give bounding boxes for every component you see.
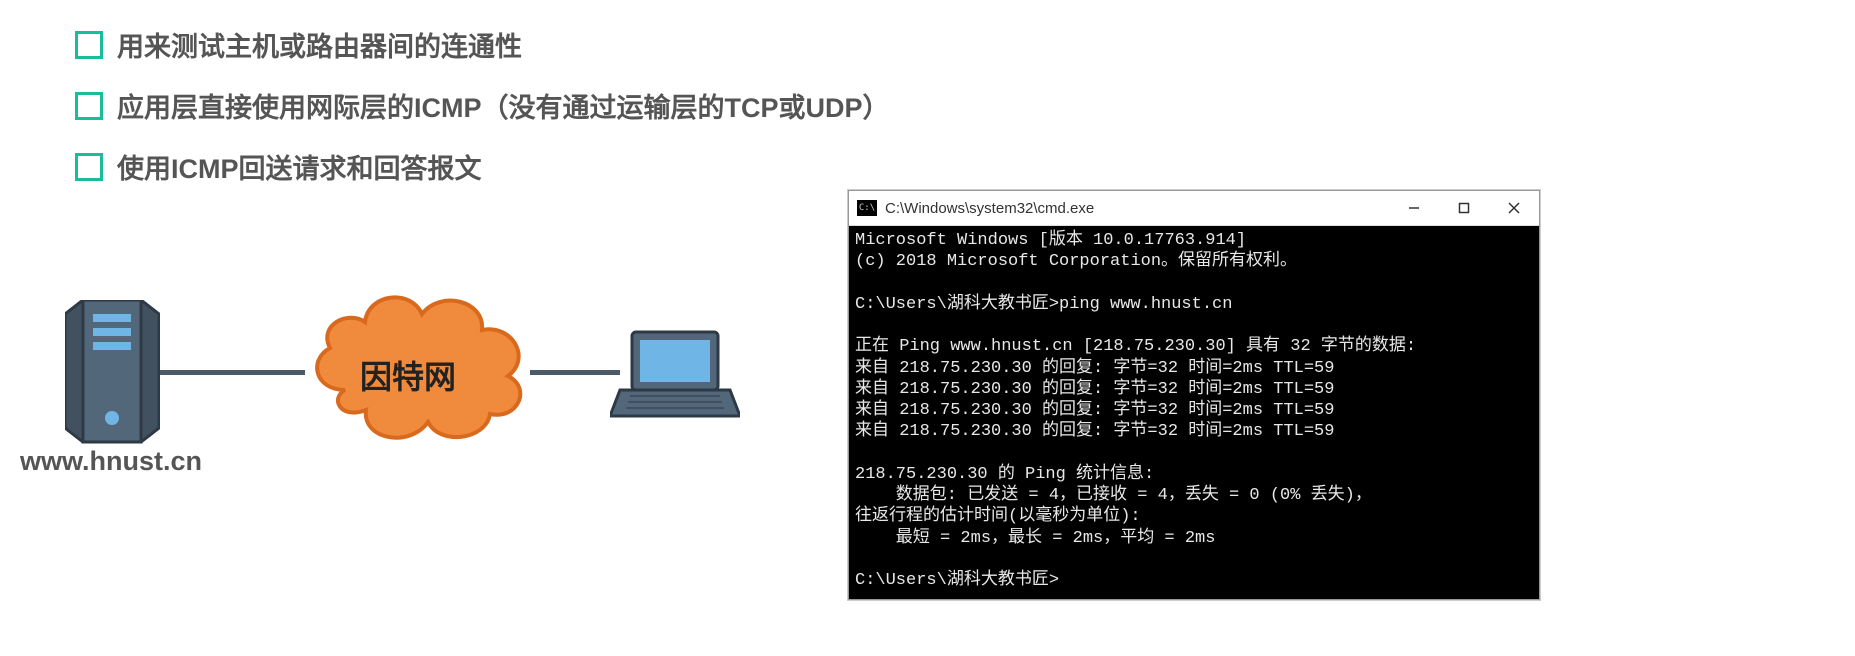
connection-line [530, 370, 620, 375]
bullet-text: 使用ICMP回送请求和回答报文 [117, 147, 482, 186]
network-diagram: www.hnust.cn 因特网 [30, 270, 770, 490]
minimize-button[interactable] [1389, 191, 1439, 225]
cmd-window: C:\ C:\Windows\system32\cmd.exe Microsof… [848, 190, 1540, 600]
checkbox-icon [75, 153, 103, 181]
bullet-list: 用来测试主机或路由器间的连通性 应用层直接使用网际层的ICMP（没有通过运输层的… [75, 25, 890, 208]
checkbox-icon [75, 31, 103, 59]
bullet-text: 用来测试主机或路由器间的连通性 [117, 25, 522, 64]
cloud-label: 因特网 [360, 352, 456, 398]
server-icon [65, 300, 160, 450]
connection-line [155, 370, 305, 375]
bullet-item: 应用层直接使用网际层的ICMP（没有通过运输层的TCP或UDP） [75, 86, 890, 125]
laptop-icon [610, 328, 740, 428]
cmd-output[interactable]: Microsoft Windows [版本 10.0.17763.914] (c… [849, 226, 1539, 599]
cmd-title: C:\Windows\system32\cmd.exe [885, 200, 1389, 217]
bullet-item: 用来测试主机或路由器间的连通性 [75, 25, 890, 64]
cmd-titlebar[interactable]: C:\ C:\Windows\system32\cmd.exe [849, 191, 1539, 226]
maximize-button[interactable] [1439, 191, 1489, 225]
bullet-text: 应用层直接使用网际层的ICMP（没有通过运输层的TCP或UDP） [117, 86, 890, 125]
cmd-app-icon: C:\ [857, 200, 877, 216]
checkbox-icon [75, 92, 103, 120]
bullet-item: 使用ICMP回送请求和回答报文 [75, 147, 890, 186]
close-button[interactable] [1489, 191, 1539, 225]
server-label: www.hnust.cn [20, 446, 202, 477]
